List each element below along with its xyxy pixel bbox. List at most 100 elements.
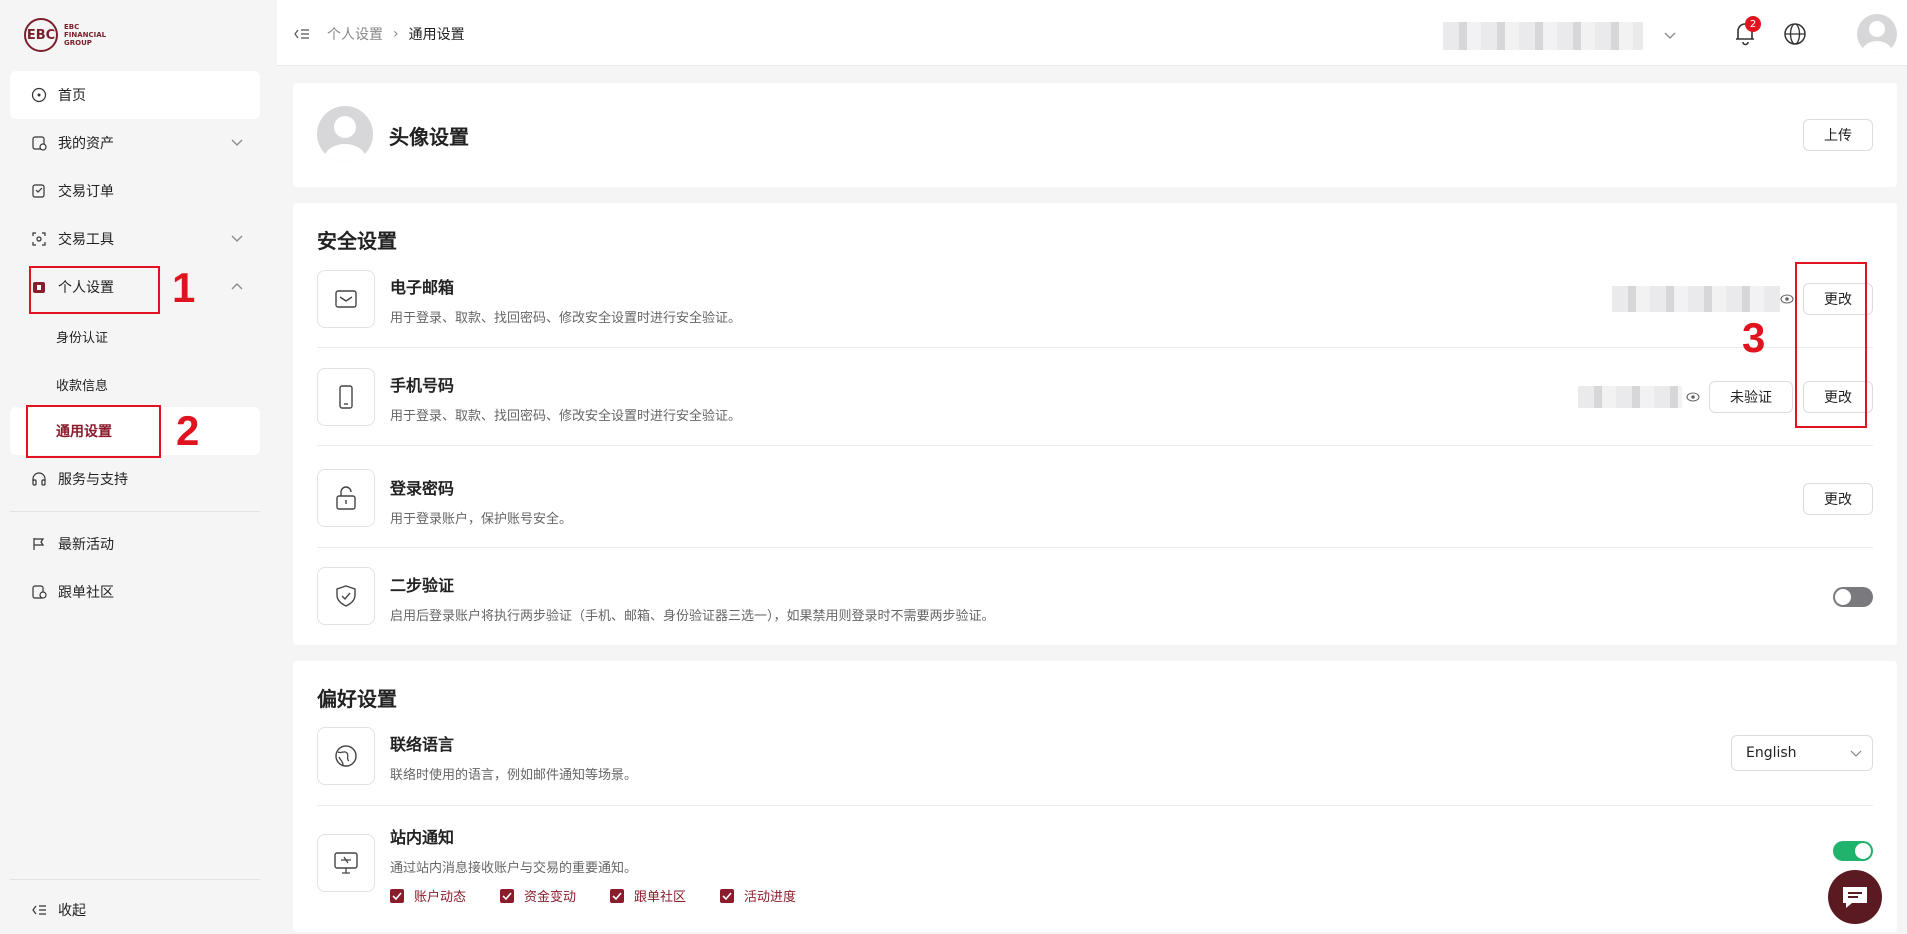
checkbox-checked-icon — [720, 888, 734, 903]
sidebar-item-label: 最新活动 — [58, 537, 114, 553]
orders-icon — [30, 182, 48, 200]
security-settings-card — [293, 203, 1897, 645]
profile-avatar — [317, 106, 373, 162]
breadcrumb-item[interactable]: 个人设置 — [327, 24, 383, 44]
notify-option-activity[interactable]: 活动进度 — [720, 886, 796, 905]
wallet-icon — [30, 134, 48, 152]
live-chat-button[interactable] — [1828, 870, 1882, 924]
toggle-knob — [1835, 589, 1851, 605]
sidebar-divider — [10, 879, 260, 880]
two-step-row-icon-box — [317, 567, 375, 625]
row-separator — [317, 347, 1873, 348]
sidebar-item-label: 服务与支持 — [58, 472, 128, 488]
notify-option-copy-community[interactable]: 跟单社区 — [610, 886, 686, 905]
envelope-icon — [335, 290, 357, 308]
breadcrumb: 个人设置 › 通用设置 — [327, 24, 465, 44]
language-row-icon-box — [317, 727, 375, 785]
sidebar-item-label: 首页 — [58, 88, 86, 104]
chevron-down-icon[interactable] — [1663, 28, 1677, 42]
notify-option-account[interactable]: 账户动态 — [390, 886, 466, 905]
notify-toggle[interactable] — [1833, 841, 1873, 861]
sidebar-item-tools[interactable]: 交易工具 — [10, 215, 260, 263]
password-description: 用于登录账户，保护账号安全。 — [390, 512, 573, 527]
chevron-right-icon: › — [393, 26, 399, 42]
change-password-button[interactable]: 更改 — [1803, 483, 1873, 515]
sidebar-item-assets[interactable]: 我的资产 — [10, 119, 260, 167]
notification-count-badge: 2 — [1745, 16, 1761, 32]
two-step-description: 启用后登录账户将执行两步验证（手机、邮箱、身份验证器三选一），如果禁用则登录时不… — [390, 609, 995, 624]
password-title: 登录密码 — [390, 479, 455, 498]
verify-phone-button[interactable]: 未验证 — [1709, 381, 1793, 413]
home-icon — [30, 86, 48, 104]
account-selector-redacted[interactable] — [1443, 22, 1643, 50]
avatar-settings-card: 头像设置 上传 — [293, 83, 1897, 187]
sidebar-item-label: 跟单社区 — [58, 585, 114, 601]
checkbox-checked-icon — [390, 888, 404, 903]
collapse-sidebar-button[interactable]: 收起 — [10, 886, 260, 934]
globe-icon[interactable] — [1783, 22, 1807, 46]
notify-option-label: 资金变动 — [524, 890, 577, 905]
sidebar-subitem-payment-info[interactable]: 收款信息 — [56, 375, 108, 394]
sidebar-item-home[interactable]: 首页 — [10, 71, 260, 119]
chevron-down-icon — [1850, 750, 1862, 757]
notify-description: 通过站内消息接收账户与交易的重要通知。 — [390, 861, 638, 876]
menu-collapse-icon[interactable] — [293, 26, 311, 42]
language-description: 联络时使用的语言，例如邮件通知等场景。 — [390, 768, 638, 783]
checkbox-checked-icon — [500, 888, 514, 903]
two-step-title: 二步验证 — [390, 576, 455, 595]
notify-option-funds[interactable]: 资金变动 — [500, 886, 576, 905]
chevron-up-icon — [231, 283, 243, 290]
annotation-box-3 — [1795, 262, 1867, 428]
eye-icon[interactable] — [1686, 390, 1700, 404]
annotation-number-3: 3 — [1742, 314, 1766, 361]
message-screen-icon — [334, 852, 358, 874]
logo-mark: EBC — [24, 18, 58, 52]
notify-option-label: 账户动态 — [414, 890, 467, 905]
sidebar-item-activities[interactable]: 最新活动 — [10, 520, 260, 568]
community-icon — [30, 583, 48, 601]
language-title: 联络语言 — [390, 735, 455, 754]
language-select[interactable]: English — [1731, 735, 1873, 771]
phone-row-icon-box — [317, 368, 375, 426]
row-separator — [317, 445, 1873, 446]
chat-icon — [1843, 887, 1867, 908]
sidebar-item-support[interactable]: 服务与支持 — [10, 455, 260, 503]
chevron-down-icon — [231, 139, 243, 146]
two-step-toggle[interactable] — [1833, 587, 1873, 607]
sidebar-item-label: 我的资产 — [58, 136, 114, 152]
ebc-logo[interactable]: EBC EBC FINANCIAL GROUP — [24, 18, 114, 52]
user-avatar-icon — [1862, 21, 1892, 54]
user-avatar[interactable] — [1857, 14, 1897, 54]
language-select-value: English — [1746, 745, 1797, 761]
collapse-icon — [30, 901, 48, 919]
upload-avatar-button[interactable]: 上传 — [1803, 119, 1873, 151]
phone-description: 用于登录、取款、找回密码、修改安全设置时进行安全验证。 — [390, 409, 742, 424]
avatar-placeholder-icon — [324, 116, 366, 162]
annotation-number-2: 2 — [176, 407, 200, 454]
headset-icon — [30, 470, 48, 488]
email-description: 用于登录、取款、找回密码、修改安全设置时进行安全验证。 — [390, 311, 742, 326]
unlock-icon — [336, 486, 356, 510]
security-settings-title: 安全设置 — [317, 229, 397, 253]
shield-check-icon — [336, 585, 356, 607]
notification-button[interactable]: 2 — [1733, 16, 1761, 48]
globe-language-icon — [335, 745, 357, 767]
mobile-phone-icon — [339, 385, 353, 409]
avatar-settings-title: 头像设置 — [389, 125, 469, 149]
sidebar-item-label: 交易订单 — [58, 184, 114, 200]
sidebar-item-copy-community[interactable]: 跟单社区 — [10, 568, 260, 616]
eye-icon[interactable] — [1780, 292, 1794, 306]
annotation-box-2 — [26, 405, 161, 458]
phone-value-redacted — [1578, 386, 1682, 408]
breadcrumb-current: 通用设置 — [408, 27, 465, 43]
notify-option-label: 跟单社区 — [634, 890, 687, 905]
row-separator — [317, 805, 1873, 806]
top-bar: 个人设置 › 通用设置 2 — [277, 0, 1907, 66]
annotation-box-1 — [29, 266, 160, 314]
preferences-title: 偏好设置 — [317, 687, 397, 711]
tools-icon — [30, 230, 48, 248]
sidebar-item-orders[interactable]: 交易订单 — [10, 167, 260, 215]
toggle-knob — [1855, 843, 1871, 859]
flag-icon — [30, 535, 48, 553]
sidebar-subitem-identity[interactable]: 身份认证 — [56, 327, 108, 346]
